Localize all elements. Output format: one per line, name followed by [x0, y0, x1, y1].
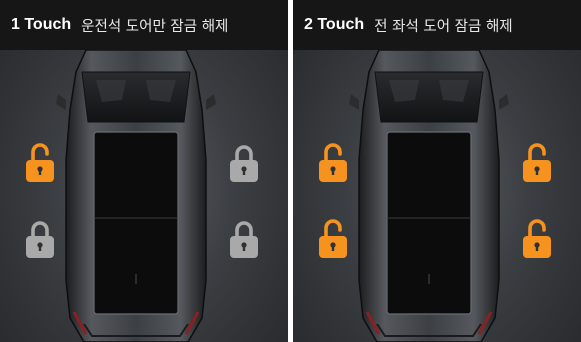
car-top-view-illustration — [56, 50, 216, 342]
front-right-door-lock — [522, 142, 552, 184]
front-left-door-lock — [25, 142, 55, 184]
unlocked-padlock-icon — [318, 142, 348, 184]
locked-padlock-icon — [229, 218, 259, 260]
unlocked-padlock-icon — [318, 218, 348, 260]
locked-padlock-icon — [25, 218, 55, 260]
panel-1-touch: 1 Touch 운전석 도어만 잠금 해제 — [0, 0, 288, 342]
rear-right-door-lock — [522, 218, 552, 260]
car-top-view-illustration — [349, 50, 509, 342]
locked-padlock-icon — [229, 142, 259, 184]
panel-2-touch: 2 Touch 전 좌석 도어 잠금 해제 — [293, 0, 581, 342]
unlocked-padlock-icon — [522, 142, 552, 184]
unlocked-padlock-icon — [522, 218, 552, 260]
touch-label: 1 Touch — [11, 16, 72, 33]
touch-label: 2 Touch — [304, 16, 365, 33]
panel-header: 1 Touch 운전석 도어만 잠금 해제 — [0, 0, 288, 50]
front-right-door-lock — [229, 142, 259, 184]
unlock-description: 운전석 도어만 잠금 해제 — [81, 18, 229, 35]
unlock-description: 전 좌석 도어 잠금 해제 — [374, 18, 513, 35]
panel-header: 2 Touch 전 좌석 도어 잠금 해제 — [293, 0, 581, 50]
unlocked-padlock-icon — [25, 142, 55, 184]
rear-left-door-lock — [25, 218, 55, 260]
rear-right-door-lock — [229, 218, 259, 260]
rear-left-door-lock — [318, 218, 348, 260]
front-left-door-lock — [318, 142, 348, 184]
